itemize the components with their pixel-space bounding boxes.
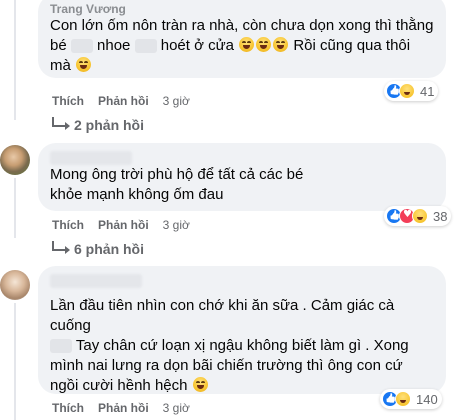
reaction-summary[interactable]: 41 (384, 81, 439, 101)
comment-text-part: hoét ở cửa (156, 37, 239, 54)
comment-bubble: Trang Vương Con lớn ốm nôn tràn ra nhà, … (38, 0, 446, 78)
redacted-word (134, 39, 157, 54)
like-button[interactable]: Thích (52, 218, 84, 232)
comment-text-part: Tay chân cứ loạn xị ngậu không biết làm … (72, 337, 409, 354)
laughing-emoji-icon (239, 37, 255, 52)
comment-timestamp[interactable]: 3 giờ (163, 94, 190, 108)
thread-line (14, 303, 16, 420)
comment-author[interactable]: Trang Vương (50, 2, 434, 16)
comment-actions: Thích Phản hồi 3 giờ (52, 93, 190, 109)
redacted-word (50, 339, 72, 354)
comment-timestamp[interactable]: 3 giờ (163, 218, 190, 232)
haha-reaction-icon (412, 208, 428, 224)
reaction-count: 41 (420, 83, 435, 99)
redacted-author-name (50, 273, 142, 288)
reply-arrow-icon (52, 241, 70, 254)
laughing-emoji-icon (273, 37, 289, 52)
comment-text: Con lớn ốm nôn tràn ra nhà, còn chưa dọn… (50, 16, 434, 76)
reply-button[interactable]: Phản hồi (98, 94, 149, 108)
comment-text-line: Lần đầu tiên nhìn con chớ khi ăn sữa . C… (50, 297, 395, 334)
comment-text: Mong ông trời phù hộ để tất cả các bé kh… (50, 166, 304, 203)
comment-text-line: mình nai lưng ra dọn bãi chiến trường th… (50, 357, 403, 374)
haha-reaction-icon (395, 391, 411, 407)
redacted-name (70, 39, 93, 54)
avatar[interactable] (0, 270, 30, 300)
comment-bubble: Mong ông trời phù hộ để tất cả các bé kh… (38, 143, 446, 211)
reply-button[interactable]: Phản hồi (98, 218, 149, 232)
reaction-count: 140 (416, 391, 438, 407)
reaction-summary[interactable]: 140 (380, 389, 442, 409)
avatar[interactable] (0, 145, 30, 175)
reaction-summary[interactable]: 38 (384, 206, 452, 226)
laughing-emoji-icon (256, 37, 272, 52)
comment-text-line: ngồi cười hềnh hệch (50, 376, 434, 396)
comment-author[interactable] (50, 149, 434, 165)
like-button[interactable]: Thích (52, 94, 84, 108)
view-replies-button[interactable]: 6 phản hồi (52, 241, 144, 257)
reply-button[interactable]: Phản hồi (98, 401, 149, 415)
laughing-emoji-icon (76, 57, 92, 72)
comment-text-part: ngồi cười hềnh hệch (50, 377, 192, 394)
comment-bubble: Lần đầu tiên nhìn con chớ khi ăn sữa . C… (38, 266, 446, 394)
comment-text: Lần đầu tiên nhìn con chớ khi ăn sữa . C… (50, 296, 434, 396)
replies-count: 6 phản hồi (74, 241, 144, 257)
comment-actions: Thích Phản hồi 3 giờ (52, 400, 190, 416)
comment-author[interactable] (50, 272, 434, 288)
comment-timestamp[interactable]: 3 giờ (163, 401, 190, 415)
reaction-count: 38 (433, 208, 448, 224)
redacted-author-name (50, 150, 132, 165)
reply-arrow-icon (52, 117, 70, 130)
thread-line (14, 0, 16, 120)
view-replies-button[interactable]: 2 phản hồi (52, 117, 144, 133)
comment-text-line: Tay chân cứ loạn xị ngậu không biết làm … (50, 336, 434, 356)
like-button[interactable]: Thích (52, 401, 84, 415)
comment-actions: Thích Phản hồi 3 giờ (52, 217, 190, 233)
comment-text-part: nhoe (92, 37, 135, 54)
haha-reaction-icon (399, 83, 415, 99)
thread-line (14, 178, 16, 238)
smiling-emoji-icon (192, 377, 208, 392)
replies-count: 2 phản hồi (74, 117, 144, 133)
